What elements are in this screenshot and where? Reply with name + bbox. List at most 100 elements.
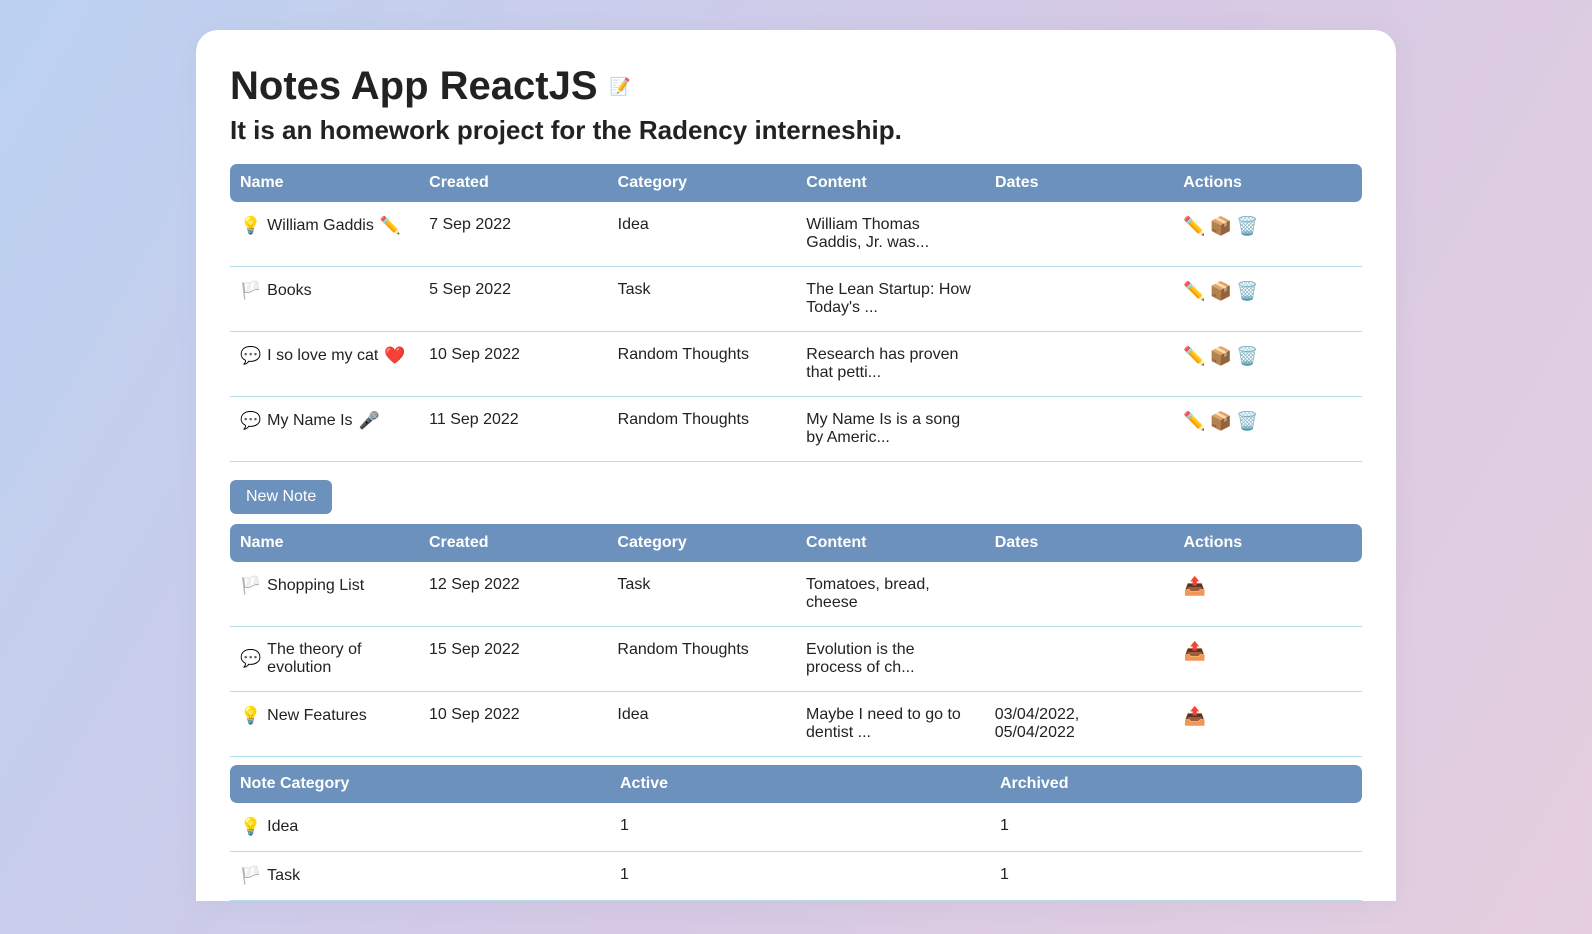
th-created: Created — [419, 524, 607, 562]
note-dates — [985, 627, 1174, 692]
table-row: 💡 William Gaddis ✏️ 7 Sep 2022 Idea Will… — [230, 202, 1362, 267]
memo-icon: 📝 — [610, 77, 631, 97]
th-dates: Dates — [985, 164, 1173, 202]
table-row: 🏳️ Shopping List 12 Sep 2022 Task Tomato… — [230, 562, 1362, 627]
delete-icon[interactable]: 🗑️ — [1236, 281, 1258, 302]
notes-table-header-row: Name Created Category Content Dates Acti… — [230, 164, 1362, 202]
table-row: 💡 Idea 1 1 — [230, 803, 1362, 852]
note-name: Shopping List — [267, 577, 364, 595]
edit-icon[interactable]: ✏️ — [1183, 346, 1205, 367]
note-category: Random Thoughts — [608, 332, 797, 397]
note-created: 5 Sep 2022 — [419, 267, 608, 332]
app-card: Notes App ReactJS 📝 It is an homework pr… — [196, 30, 1396, 901]
note-name: The theory of evolution — [267, 641, 409, 677]
note-content: Research has proven that petti... — [796, 332, 985, 397]
note-dates — [985, 267, 1173, 332]
table-row: 💬 My Name Is 🎤 11 Sep 2022 Random Though… — [230, 397, 1362, 462]
note-created: 12 Sep 2022 — [419, 562, 607, 627]
edit-icon[interactable]: ✏️ — [1183, 216, 1205, 237]
summary-archived: 1 — [990, 803, 1362, 852]
note-name: William Gaddis — [267, 217, 374, 235]
category-icon: 💬 — [240, 411, 261, 431]
note-content: Maybe I need to go to dentist ... — [796, 692, 985, 757]
summary-table-header-row: Note Category Active Archived — [230, 765, 1362, 803]
delete-icon[interactable]: 🗑️ — [1236, 411, 1258, 432]
note-created: 10 Sep 2022 — [419, 332, 608, 397]
note-content: The Lean Startup: How Today's ... — [796, 267, 985, 332]
note-category: Task — [607, 562, 796, 627]
table-row: 💡 New Features 10 Sep 2022 Idea Maybe I … — [230, 692, 1362, 757]
category-icon: 💬 — [240, 346, 261, 366]
summary-archived: 1 — [990, 852, 1362, 901]
archived-table: Name Created Category Content Dates Acti… — [230, 524, 1362, 757]
note-created: 7 Sep 2022 — [419, 202, 608, 267]
unarchive-icon[interactable]: 📤 — [1184, 576, 1206, 597]
title-text: Notes App ReactJS — [230, 64, 598, 109]
note-category: Idea — [607, 692, 796, 757]
category-icon: 💡 — [240, 817, 261, 837]
archive-icon[interactable]: 📦 — [1210, 281, 1232, 302]
suffix-icon: 🎤 — [359, 411, 380, 431]
unarchive-icon[interactable]: 📤 — [1184, 641, 1206, 662]
summary-active: 1 — [610, 852, 990, 901]
note-created: 15 Sep 2022 — [419, 627, 607, 692]
th-category: Category — [607, 524, 796, 562]
new-note-button[interactable]: New Note — [230, 480, 332, 514]
summary-active: 1 — [610, 803, 990, 852]
th-category: Category — [608, 164, 797, 202]
th-created: Created — [419, 164, 608, 202]
category-icon: 🏳️ — [240, 281, 261, 301]
archived-table-header-row: Name Created Category Content Dates Acti… — [230, 524, 1362, 562]
th-active: Active — [610, 765, 990, 803]
note-category: Random Thoughts — [607, 627, 796, 692]
th-content: Content — [796, 164, 985, 202]
note-content: Evolution is the process of ch... — [796, 627, 985, 692]
note-dates — [985, 202, 1173, 267]
summary-category: Task — [267, 867, 300, 885]
table-row: 🏳️ Books 5 Sep 2022 Task The Lean Startu… — [230, 267, 1362, 332]
note-name: New Features — [267, 707, 367, 725]
note-category: Idea — [608, 202, 797, 267]
table-row: 🏳️ Task 1 1 — [230, 852, 1362, 901]
table-row: 💬 The theory of evolution 15 Sep 2022 Ra… — [230, 627, 1362, 692]
th-name: Name — [230, 524, 419, 562]
category-icon: 🏳️ — [240, 866, 261, 886]
category-icon: 🏳️ — [240, 576, 261, 596]
edit-icon[interactable]: ✏️ — [1183, 281, 1205, 302]
suffix-icon: ❤️ — [384, 346, 405, 366]
note-name: I so love my cat — [267, 347, 378, 365]
note-dates — [985, 397, 1173, 462]
edit-icon[interactable]: ✏️ — [1183, 411, 1205, 432]
note-dates: 03/04/2022, 05/04/2022 — [985, 692, 1174, 757]
note-content: My Name Is is a song by Americ... — [796, 397, 985, 462]
summary-category: Idea — [267, 818, 298, 836]
note-name: My Name Is — [267, 412, 352, 430]
note-dates — [985, 332, 1173, 397]
notes-table: Name Created Category Content Dates Acti… — [230, 164, 1362, 462]
category-icon: 💡 — [240, 706, 261, 726]
th-name: Name — [230, 164, 419, 202]
note-dates — [985, 562, 1174, 627]
table-row: 💬 I so love my cat ❤️ 10 Sep 2022 Random… — [230, 332, 1362, 397]
th-content: Content — [796, 524, 985, 562]
delete-icon[interactable]: 🗑️ — [1236, 216, 1258, 237]
th-dates: Dates — [985, 524, 1174, 562]
th-archived: Archived — [990, 765, 1362, 803]
archive-icon[interactable]: 📦 — [1210, 411, 1232, 432]
category-icon: 💡 — [240, 216, 261, 236]
archive-icon[interactable]: 📦 — [1210, 216, 1232, 237]
note-created: 11 Sep 2022 — [419, 397, 608, 462]
unarchive-icon[interactable]: 📤 — [1184, 706, 1206, 727]
th-actions: Actions — [1173, 164, 1362, 202]
note-category: Task — [608, 267, 797, 332]
delete-icon[interactable]: 🗑️ — [1236, 346, 1258, 367]
note-category: Random Thoughts — [608, 397, 797, 462]
th-actions: Actions — [1174, 524, 1363, 562]
page-title: Notes App ReactJS 📝 — [230, 64, 1362, 109]
archive-icon[interactable]: 📦 — [1210, 346, 1232, 367]
summary-table: Note Category Active Archived 💡 Idea 1 1… — [230, 765, 1362, 901]
category-icon: 💬 — [240, 649, 261, 669]
suffix-icon: ✏️ — [380, 216, 401, 236]
page-subtitle: It is an homework project for the Radenc… — [230, 115, 1362, 146]
note-content: Tomatoes, bread, cheese — [796, 562, 985, 627]
